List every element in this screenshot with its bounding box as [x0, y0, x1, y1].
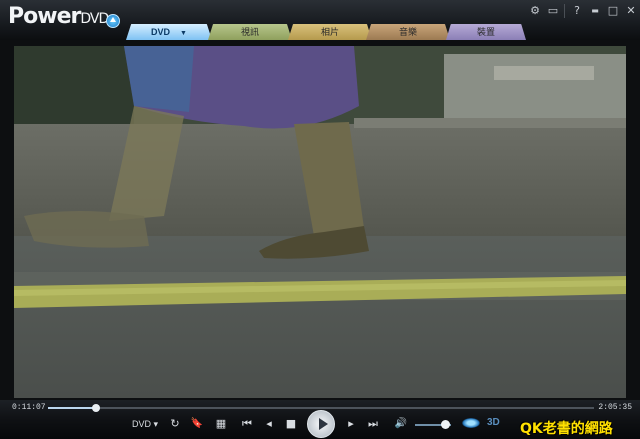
tv-icon[interactable]: ▭ [546, 4, 560, 18]
gear-icon[interactable]: ⚙ [528, 4, 542, 18]
video-display[interactable] [0, 40, 640, 400]
seek-handle[interactable] [92, 404, 101, 412]
tab-photo[interactable]: 相片 [288, 24, 372, 40]
tab-dvd-label: DVD [151, 27, 171, 37]
grid-icon[interactable]: ▦ [212, 416, 230, 432]
tab-dvd[interactable]: DVD ▼ [126, 24, 212, 40]
stop-icon[interactable]: ■ [282, 416, 300, 432]
dvd-menu-button[interactable]: DVD ▾ [128, 416, 162, 432]
close-button[interactable]: ✕ [624, 4, 638, 18]
previous-chapter-icon[interactable]: ⏮ [238, 416, 256, 432]
3d-button[interactable]: 3D [487, 417, 500, 428]
volume-icon[interactable]: 🔊 [392, 416, 410, 432]
tab-device[interactable]: 裝置 [446, 24, 526, 40]
eye-icon[interactable] [462, 418, 480, 428]
video-frame-image [14, 46, 626, 398]
minimize-button[interactable]: ▬ [588, 4, 602, 18]
title-bar: PowerDVD ⚙ ▭ ? ▬ □ ✕ DVD ▼ 視訊 相片 音樂 裝置 [0, 0, 640, 40]
seek-progress [48, 407, 97, 409]
help-button[interactable]: ? [570, 4, 584, 18]
logo-main: Power [8, 4, 81, 29]
step-back-icon[interactable]: ◂ [260, 416, 278, 432]
bookmark-icon[interactable]: 🔖 [188, 416, 206, 432]
seek-bar[interactable] [48, 404, 594, 412]
watermark-text: QK老書的網路 [520, 421, 613, 437]
step-forward-icon[interactable]: ▸ [342, 416, 360, 432]
repeat-icon[interactable]: ↻ [166, 416, 184, 432]
divider [564, 4, 565, 18]
total-time: 2:05:35 [598, 403, 632, 412]
update-icon[interactable] [106, 14, 120, 28]
next-chapter-icon[interactable]: ⏭ [364, 416, 382, 432]
tab-video[interactable]: 視訊 [208, 24, 292, 40]
volume-handle[interactable] [441, 420, 450, 429]
play-button[interactable] [307, 410, 335, 438]
maximize-button[interactable]: □ [606, 4, 620, 18]
chevron-down-icon[interactable]: ▼ [180, 30, 187, 37]
tab-music[interactable]: 音樂 [366, 24, 450, 40]
logo-sub: DVD [80, 11, 109, 27]
elapsed-time: 0:11:07 [12, 403, 46, 412]
app-logo: PowerDVD [8, 4, 109, 29]
